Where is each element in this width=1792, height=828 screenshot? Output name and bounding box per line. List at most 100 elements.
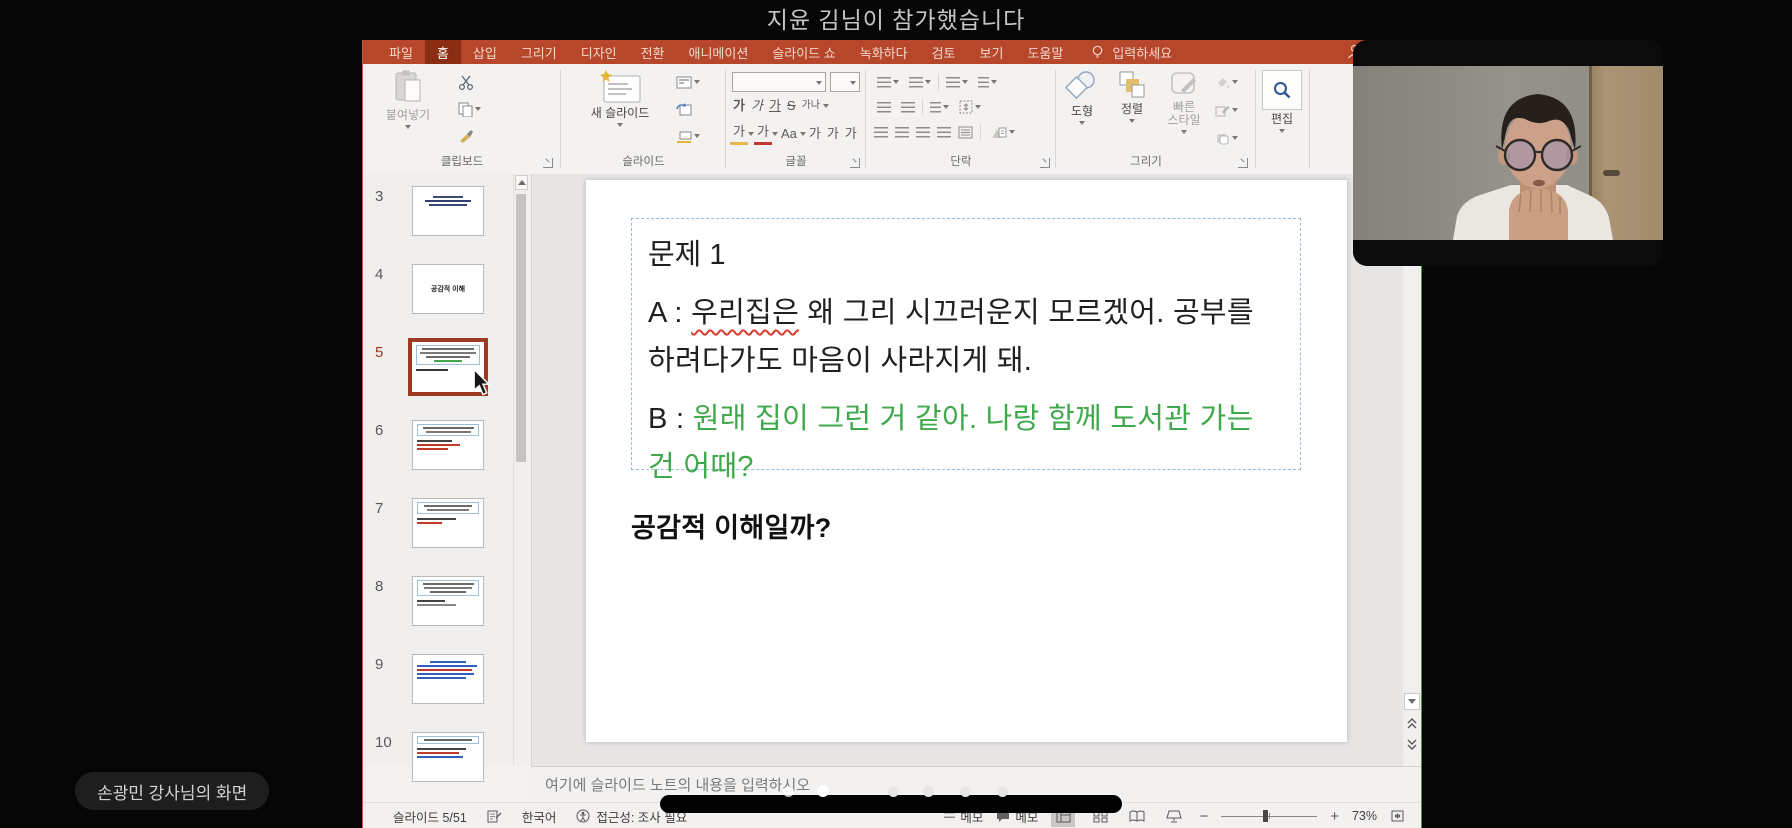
strikethrough-button[interactable]: S [784, 96, 799, 116]
reset-slide-button[interactable] [673, 99, 703, 119]
thumb-content [416, 345, 480, 365]
text-highlight-button[interactable]: 가 [730, 122, 748, 145]
meeting-controls-bar[interactable] [660, 795, 1122, 813]
bullets-icon [877, 77, 891, 88]
slide-thumbnail-4[interactable]: 공감적 이해 [412, 264, 484, 314]
numbering-button[interactable] [906, 72, 934, 92]
thumb-content [417, 502, 479, 514]
tab-design[interactable]: 디자인 [569, 40, 629, 64]
zoom-level[interactable]: 73% [1352, 809, 1377, 823]
shapes-button[interactable]: 도형 [1058, 70, 1106, 125]
thumbnail-scrollbar[interactable] [513, 174, 529, 766]
thumb-number-selected: 5 [375, 344, 383, 361]
tab-help[interactable]: 도움말 [1015, 40, 1075, 64]
shape-outline-button[interactable] [1212, 100, 1241, 120]
paragraph-dialog-launcher[interactable] [1040, 158, 1050, 168]
zoom-out-button[interactable]: − [1199, 808, 1208, 825]
smartart-convert-button[interactable] [988, 122, 1018, 142]
section-button[interactable] [673, 126, 703, 146]
copy-caret-icon [475, 107, 481, 111]
participant-dot [923, 786, 934, 797]
new-slide-button[interactable]: 새 슬라이드 [583, 70, 657, 127]
reset-icon [676, 102, 692, 116]
grow-font-button[interactable]: 가 [806, 124, 824, 144]
scroll-down-button[interactable] [1404, 693, 1420, 710]
character-spacing-button[interactable]: 가나 [799, 96, 823, 116]
next-slide-button[interactable] [1404, 736, 1420, 753]
text-direction-button[interactable] [975, 72, 1000, 92]
slideshow-view-button[interactable] [1162, 805, 1186, 827]
tab-transitions[interactable]: 전환 [629, 40, 677, 64]
spell-check-icon[interactable] [487, 809, 502, 823]
columns-button[interactable] [927, 97, 952, 117]
align-left-button[interactable] [874, 127, 888, 138]
shrink-font-button[interactable]: 가 [824, 124, 842, 144]
quick-styles-button[interactable]: 빠른 스타일 [1158, 70, 1210, 134]
presenter-webcam[interactable] [1353, 40, 1663, 266]
reading-view-button[interactable] [1125, 805, 1149, 827]
justify-button[interactable] [937, 127, 951, 138]
arrange-button[interactable]: 정렬 [1108, 70, 1156, 123]
underline-button[interactable]: 가 [766, 96, 784, 116]
slide-thumbnail-7[interactable] [412, 498, 484, 548]
cut-button[interactable] [455, 72, 484, 92]
tab-slideshow[interactable]: 슬라이드 쇼 [760, 40, 847, 64]
tab-draw[interactable]: 그리기 [509, 40, 569, 64]
clear-formatting-button[interactable]: 가 [842, 124, 860, 144]
font-color-button[interactable]: 가 [754, 122, 772, 145]
font-dialog-launcher[interactable] [850, 158, 860, 168]
previous-slide-button[interactable] [1404, 715, 1420, 732]
font-size-caret-icon [850, 81, 856, 85]
tab-insert[interactable]: 삽입 [461, 40, 509, 64]
slide-text-box[interactable]: 문제 1 A : 우리집은 왜 그리 시끄러운지 모르겠어. 공부를 하려다가도… [631, 218, 1301, 470]
tab-record[interactable]: 녹화하다 [848, 40, 920, 64]
tab-review[interactable]: 검토 [920, 40, 968, 64]
zoom-slider[interactable] [1221, 810, 1317, 822]
thumbnail-scroll-thumb[interactable] [516, 194, 526, 462]
zoom-slider-thumb[interactable] [1263, 810, 1268, 822]
italic-button[interactable]: 가 [748, 96, 766, 116]
slide-layout-button[interactable] [673, 72, 703, 92]
group-font: 가 가 가 S 가나 가 가 Aa 가 가 가 [726, 64, 866, 174]
font-size-combo[interactable] [830, 72, 860, 92]
columns-distribute-button[interactable] [958, 126, 973, 139]
tell-me-search[interactable]: 입력하세요 [1091, 40, 1172, 64]
language-indicator[interactable]: 한국어 [522, 807, 557, 826]
thumbnail-scroll-up-button[interactable] [515, 175, 528, 190]
zoom-in-button[interactable]: + [1330, 808, 1339, 825]
align-center-button[interactable] [895, 127, 909, 138]
format-painter-button[interactable] [455, 126, 484, 146]
drawing-dialog-launcher[interactable] [1238, 158, 1248, 168]
notes-placeholder: 여기에 슬라이드 노트의 내용을 입력하시오 [545, 774, 810, 795]
tab-animations[interactable]: 애니메이션 [677, 40, 761, 64]
slide-thumbnail-6[interactable] [412, 420, 484, 470]
change-case-button[interactable]: Aa [778, 124, 800, 144]
tab-file[interactable]: 파일 [377, 40, 425, 64]
bullets-button[interactable] [874, 72, 902, 92]
tab-view[interactable]: 보기 [968, 40, 1016, 64]
shape-fill-button[interactable] [1212, 72, 1241, 92]
line-spacing-button[interactable] [943, 72, 971, 92]
align-right-button[interactable] [916, 127, 930, 138]
shape-effects-button[interactable] [1212, 128, 1241, 148]
layout-icon [676, 76, 692, 89]
slide-thumbnail-9[interactable] [412, 654, 484, 704]
decrease-indent-button[interactable] [874, 97, 894, 117]
slide-canvas[interactable]: 문제 1 A : 우리집은 왜 그리 시끄러운지 모르겠어. 공부를 하려다가도… [586, 180, 1347, 742]
editing-button[interactable]: 편집 [1256, 70, 1308, 133]
participant-dot [997, 786, 1008, 797]
bold-button[interactable]: 가 [730, 96, 748, 116]
slide-thumbnail-3[interactable] [412, 186, 484, 236]
increase-indent-button[interactable] [898, 97, 918, 117]
font-name-combo[interactable] [732, 72, 826, 92]
fit-to-window-icon[interactable] [1390, 809, 1405, 823]
slide-thumbnail-8[interactable] [412, 576, 484, 626]
clipboard-dialog-launcher[interactable] [543, 158, 553, 168]
powerpoint-window: 파일 홈 삽입 그리기 디자인 전환 애니메이션 슬라이드 쇼 녹화하다 검토 … [362, 40, 1422, 828]
slide-indicator[interactable]: 슬라이드 5/51 [393, 807, 467, 826]
slide-thumbnail-10[interactable] [412, 732, 484, 782]
paste-button[interactable]: 붙여넣기 [377, 70, 439, 129]
align-text-button[interactable] [956, 97, 984, 117]
tab-home[interactable]: 홈 [425, 40, 461, 64]
copy-button[interactable] [455, 99, 484, 119]
